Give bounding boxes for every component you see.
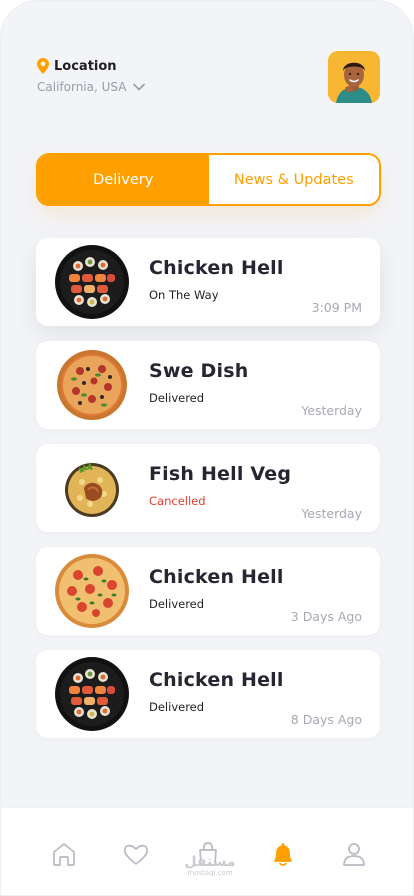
order-card[interactable]: Chicken Hell Delivered 3 Days Ago xyxy=(36,547,380,635)
order-name: Chicken Hell xyxy=(149,669,284,691)
order-time: 3:09 PM xyxy=(311,300,362,315)
sushi-platter-image xyxy=(55,657,129,731)
order-name: Swe Dish xyxy=(149,360,249,382)
order-status: Cancelled xyxy=(149,494,206,508)
app-screen: Location California, USA Delivery News &… xyxy=(0,0,414,896)
order-card[interactable]: Fish Hell Veg Cancelled Yesterday xyxy=(36,444,380,532)
pizza-image xyxy=(57,350,127,420)
location-label-row: Location xyxy=(37,58,145,74)
biryani-image xyxy=(65,462,119,517)
order-status: Delivered xyxy=(149,391,205,405)
location-pin-icon xyxy=(37,58,49,74)
user-photo xyxy=(328,51,380,103)
order-name: Fish Hell Veg xyxy=(149,463,292,485)
order-card[interactable]: Chicken Hell Delivered 8 Days Ago xyxy=(36,650,380,738)
location-label: Location xyxy=(54,58,117,74)
home-icon[interactable] xyxy=(50,840,78,868)
watermark-text: مستقل xyxy=(184,854,236,870)
tab-news-updates[interactable]: News & Updates xyxy=(208,155,379,204)
sushi-platter-image xyxy=(55,245,129,319)
order-status: Delivered xyxy=(149,700,205,714)
order-time: Yesterday xyxy=(301,506,362,521)
order-card[interactable]: Swe Dish Delivered Yesterday xyxy=(36,341,380,429)
bell-icon[interactable] xyxy=(269,840,297,868)
tab-delivery[interactable]: Delivery xyxy=(38,155,209,204)
order-name: Chicken Hell xyxy=(149,566,284,588)
bottom-nav xyxy=(1,807,413,895)
pizza-image xyxy=(55,554,129,628)
watermark-sub: mostaql.com xyxy=(187,869,233,877)
heart-icon[interactable] xyxy=(122,840,150,868)
location-value-row[interactable]: California, USA xyxy=(37,80,146,94)
order-status: Delivered xyxy=(149,597,205,611)
order-time: 3 Days Ago xyxy=(290,609,362,624)
order-time: 8 Days Ago xyxy=(290,712,362,727)
watermark: مستقل mostaql.com xyxy=(184,855,236,878)
order-status: On The Way xyxy=(149,288,219,302)
order-name: Chicken Hell xyxy=(149,257,284,279)
profile-icon[interactable] xyxy=(340,840,368,868)
location-selector[interactable]: Location California, USA xyxy=(37,58,146,94)
avatar[interactable] xyxy=(328,51,380,103)
order-tabs: Delivery News & Updates xyxy=(36,153,381,206)
order-time: Yesterday xyxy=(301,403,362,418)
location-value: California, USA xyxy=(37,80,127,94)
chevron-down-icon[interactable] xyxy=(133,83,146,91)
order-card[interactable]: Chicken Hell On The Way 3:09 PM xyxy=(36,238,380,326)
